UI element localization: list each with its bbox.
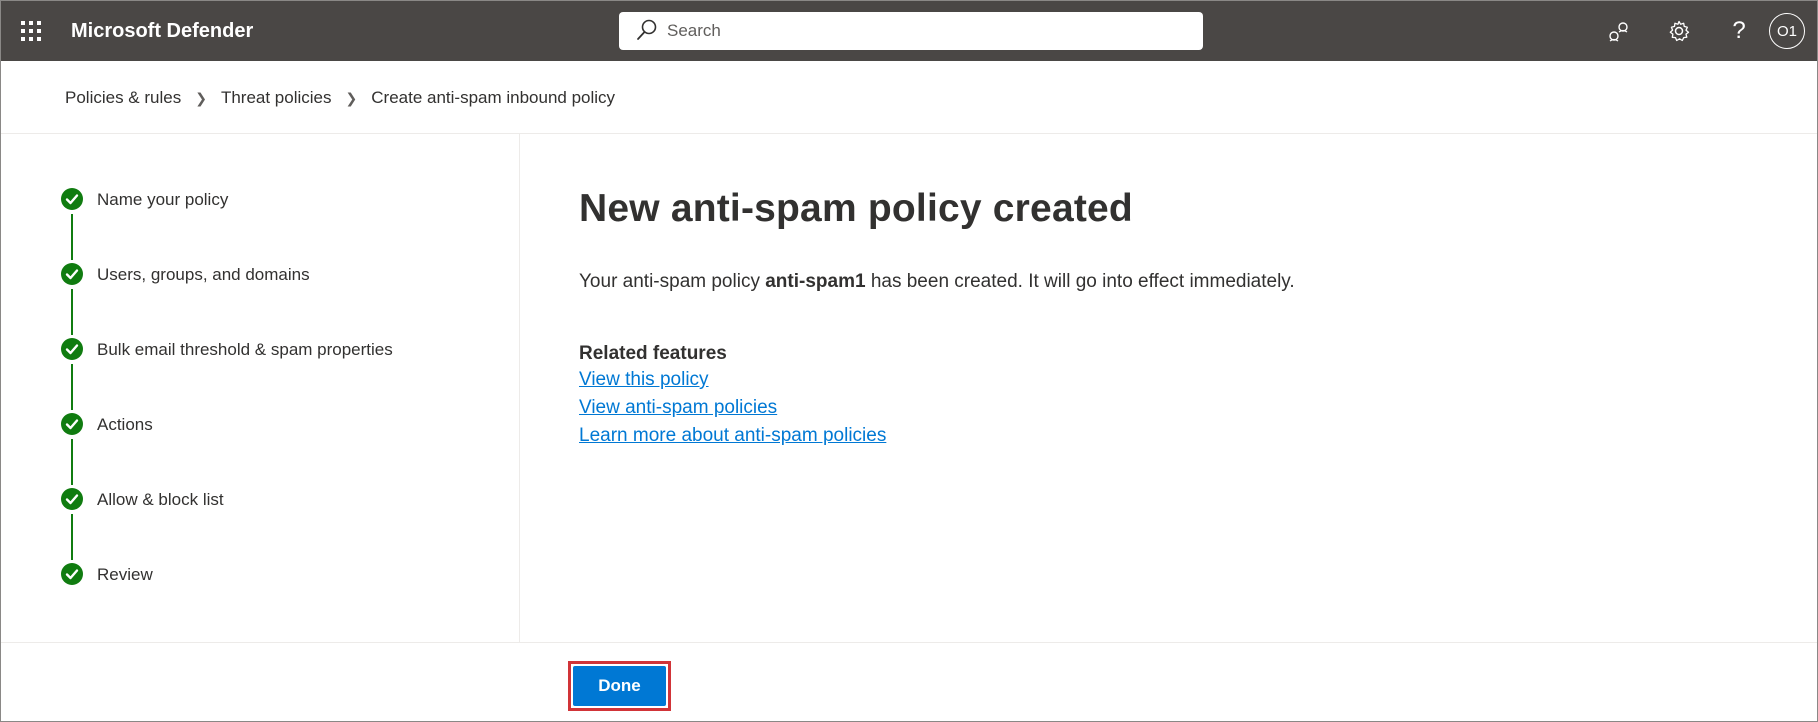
footer-divider (1, 642, 1817, 643)
app-title[interactable]: Microsoft Defender (71, 20, 253, 43)
step-users-groups-domains[interactable]: Users, groups, and domains (59, 262, 519, 337)
related-features-heading: Related features (579, 343, 727, 364)
search-input[interactable] (667, 13, 1203, 49)
checkmark-icon (61, 338, 83, 360)
step-connector (71, 214, 73, 260)
avatar[interactable]: O1 (1769, 13, 1805, 49)
confirmation-message: Your anti-spam policy anti-spam1 has bee… (579, 271, 1779, 293)
policy-name: anti-spam1 (765, 271, 866, 292)
chevron-right-icon: ❯ (195, 89, 207, 106)
app-launcher-icon[interactable] (19, 19, 43, 43)
message-prefix: Your anti-spam policy (579, 271, 766, 292)
step-connector (71, 514, 73, 560)
step-actions[interactable]: Actions (59, 412, 519, 487)
checkmark-icon (61, 563, 83, 585)
checkmark-icon (61, 413, 83, 435)
related-links: View this policy View anti-spam policies… (579, 369, 1779, 447)
page-title: New anti-spam policy created (579, 187, 1133, 230)
step-label: Bulk email threshold & spam properties (97, 340, 393, 359)
main-content: New anti-spam policy created Your anti-s… (579, 187, 1779, 447)
top-bar: Microsoft Defender Search ? O1 (1, 1, 1817, 61)
community-icon[interactable] (1589, 1, 1649, 61)
breadcrumb-item-current: Create anti-spam inbound policy (371, 88, 616, 107)
view-this-policy-link[interactable]: View this policy (579, 369, 709, 391)
wizard-steps: Name your policy Users, groups, and doma… (59, 187, 519, 637)
learn-more-link[interactable]: Learn more about anti-spam policies (579, 425, 886, 447)
breadcrumb-item-policies-rules[interactable]: Policies & rules (65, 88, 181, 108)
app-window: Microsoft Defender Search ? O1 Policies … (0, 0, 1818, 722)
breadcrumb: Policies & rules ❯ Threat policies ❯ Cre… (65, 88, 615, 108)
search-box[interactable] (619, 12, 1203, 50)
header-divider (1, 133, 1817, 134)
done-button[interactable]: Done (573, 666, 666, 706)
top-bar-actions: ? O1 (1589, 1, 1817, 61)
view-anti-spam-policies-link[interactable]: View anti-spam policies (579, 397, 777, 419)
panel-divider (519, 134, 520, 642)
search-icon (627, 12, 667, 50)
step-label: Name your policy (97, 190, 229, 209)
step-label: Review (97, 565, 153, 584)
checkmark-icon (61, 263, 83, 285)
help-icon[interactable]: ? (1709, 1, 1769, 61)
step-name-your-policy[interactable]: Name your policy (59, 187, 519, 262)
step-connector (71, 439, 73, 485)
step-allow-block-list[interactable]: Allow & block list (59, 487, 519, 562)
step-bulk-email-threshold[interactable]: Bulk email threshold & spam properties (59, 337, 519, 412)
checkmark-icon (61, 188, 83, 210)
step-connector (71, 364, 73, 410)
step-label: Actions (97, 415, 153, 434)
step-connector (71, 289, 73, 335)
step-review[interactable]: Review (59, 562, 519, 637)
settings-gear-icon[interactable] (1649, 1, 1709, 61)
breadcrumb-item-threat-policies[interactable]: Threat policies (221, 88, 332, 108)
step-label: Allow & block list (97, 490, 224, 509)
step-label: Users, groups, and domains (97, 265, 310, 284)
message-suffix: has been created. It will go into effect… (865, 271, 1295, 292)
chevron-right-icon: ❯ (345, 89, 358, 106)
checkmark-icon (61, 488, 83, 510)
